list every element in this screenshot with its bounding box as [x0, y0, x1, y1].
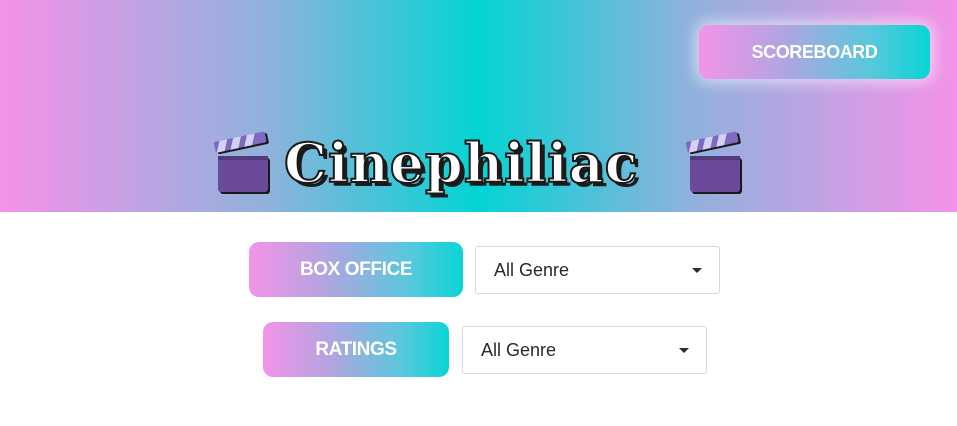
header-banner: SCOREBOARD Cinephiliac Cinephiliac	[0, 0, 957, 212]
page-title: Cinephiliac Cinephiliac	[283, 130, 642, 198]
scoreboard-button[interactable]: SCOREBOARD	[699, 25, 930, 79]
box-office-button[interactable]: BOX OFFICE	[249, 242, 463, 297]
chevron-down-icon	[679, 348, 689, 353]
title-row: Cinephiliac Cinephiliac	[0, 126, 957, 198]
genre-select-value: All Genre	[494, 259, 570, 280]
ratings-button[interactable]: RATINGS	[263, 322, 449, 377]
ratings-genre-select[interactable]: All Genre	[462, 326, 707, 374]
genre-select-value: All Genre	[481, 339, 557, 360]
box-office-genre-select[interactable]: All Genre	[475, 246, 720, 294]
chevron-down-icon	[692, 268, 702, 273]
clapperboard-icon	[686, 131, 742, 194]
clapperboard-icon	[214, 131, 270, 194]
title-text: Cinephiliac	[284, 131, 639, 195]
